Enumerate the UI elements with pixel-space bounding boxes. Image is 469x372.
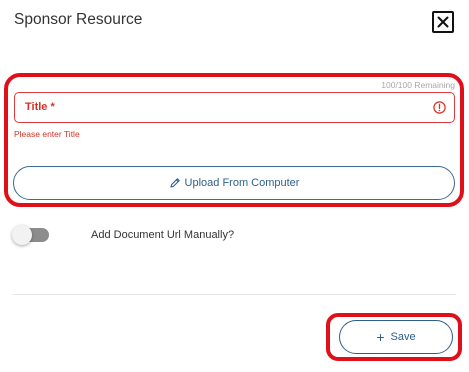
plus-icon: +	[376, 329, 385, 345]
add-document-url-toggle[interactable]	[12, 225, 49, 245]
footer-divider	[13, 294, 456, 295]
close-button[interactable]	[432, 11, 454, 33]
upload-from-computer-button[interactable]: Upload From Computer	[13, 166, 455, 200]
pencil-icon	[169, 178, 180, 188]
error-icon	[433, 101, 446, 114]
title-input[interactable]: Title *	[14, 92, 455, 123]
title-label: Title *	[25, 101, 55, 113]
save-label: Save	[390, 331, 416, 343]
upload-label: Upload From Computer	[184, 177, 300, 189]
toggle-label: Add Document Url Manually?	[91, 229, 235, 241]
dialog-title: Sponsor Resource	[14, 11, 143, 28]
toggle-knob	[12, 225, 32, 245]
save-button[interactable]: + Save	[339, 320, 453, 354]
title-error-message: Please enter Title	[14, 129, 80, 139]
close-icon	[437, 16, 449, 28]
character-counter: 100/100 Remaining	[381, 80, 455, 90]
